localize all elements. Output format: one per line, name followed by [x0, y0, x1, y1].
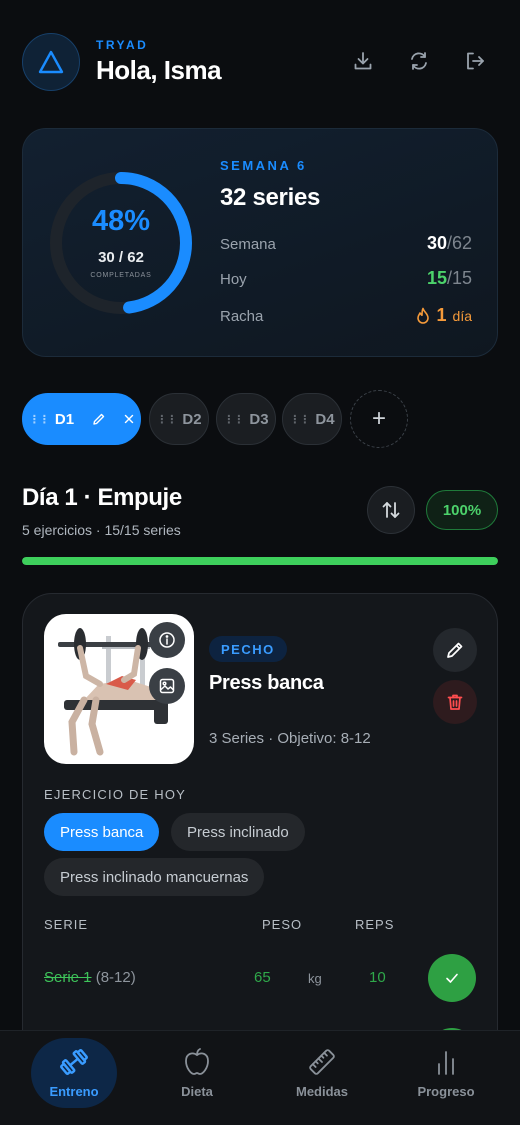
nav-item-progreso[interactable]: Progreso: [396, 1030, 496, 1125]
nav-item-dieta[interactable]: Dieta: [147, 1030, 247, 1125]
nav-label: Entreno: [49, 1084, 99, 1099]
exercise-meta: 3 Series · Objetivo: 8-12: [209, 730, 371, 747]
completion-percent: 48%: [91, 205, 151, 237]
variant-chip-press-inclinado[interactable]: Press inclinado: [171, 813, 305, 851]
nav-label: Dieta: [181, 1084, 213, 1099]
stat-label-today: Hoy: [220, 271, 247, 288]
add-day-button[interactable]: +: [350, 390, 408, 448]
today-exercise-label: EJERCICIO DE HOY: [44, 787, 186, 802]
day-tab-label: D3: [249, 410, 269, 428]
day-title: Día 1 · Empuje: [22, 484, 182, 511]
stat-value-week: 30/62: [426, 233, 472, 253]
stat-value-streak: 1 día: [415, 305, 472, 326]
dumbbell-icon: [60, 1049, 88, 1075]
ruler-icon: [309, 1049, 335, 1075]
day-tab-label: D2: [182, 410, 202, 428]
set-weight-input[interactable]: 65: [254, 969, 271, 986]
check-icon: [446, 973, 458, 983]
variant-chip-press-inclinado-mancuernas[interactable]: Press inclinado mancuernas: [44, 858, 265, 896]
column-header-peso: PESO: [262, 917, 303, 932]
nav-item-medidas[interactable]: Medidas: [272, 1030, 372, 1125]
info-icon: [159, 632, 175, 648]
pencil-icon: [447, 642, 463, 658]
close-icon[interactable]: [124, 414, 134, 424]
set-weight-unit: kg: [308, 971, 322, 986]
progress-ring: [50, 172, 192, 314]
week-label: SEMANA 6: [220, 158, 307, 173]
nav-label: Progreso: [417, 1084, 475, 1099]
bar-chart-icon: [438, 1051, 454, 1075]
triangle-logo-icon: [38, 50, 64, 74]
set-range: (8-12): [95, 969, 136, 986]
logout-icon[interactable]: [462, 48, 488, 74]
drag-handle-icon[interactable]: ⋮⋮: [156, 413, 177, 426]
download-icon[interactable]: [350, 48, 376, 74]
nav-item-entreno[interactable]: Entreno: [24, 1030, 124, 1125]
brand-name: TRYAD: [96, 38, 149, 52]
plus-icon: +: [371, 405, 386, 432]
drag-handle-icon[interactable]: ⋮⋮: [29, 413, 50, 426]
day-tab-d1[interactable]: ⋮⋮ D1: [22, 393, 141, 445]
muscle-group-badge: PECHO: [209, 636, 287, 662]
edit-exercise-button[interactable]: [433, 628, 477, 672]
stat-value-today: 15/15: [426, 268, 472, 288]
image-icon: [159, 678, 175, 694]
exercise-name: Press banca: [209, 672, 324, 694]
nav-label: Medidas: [295, 1084, 348, 1099]
column-header-serie: SERIE: [44, 917, 89, 932]
set-complete-button[interactable]: [428, 954, 476, 1002]
day-tab-d4[interactable]: ⋮⋮ D4: [282, 393, 342, 445]
sort-arrows-icon: [382, 502, 400, 518]
day-progress-bar: [22, 557, 498, 565]
delete-exercise-button[interactable]: [433, 680, 477, 724]
day-subtitle: 5 ejercicios · 15/15 series: [22, 522, 181, 538]
drag-handle-icon[interactable]: ⋮⋮: [223, 413, 244, 426]
completion-count: 30 / 62: [98, 249, 144, 266]
day-tab-d3[interactable]: ⋮⋮ D3: [216, 393, 276, 445]
column-header-reps: REPS: [355, 917, 395, 932]
exercise-info-button[interactable]: [149, 622, 185, 658]
series-title: 32 series: [220, 184, 321, 211]
apple-icon: [185, 1048, 209, 1075]
set-name: Serie 1: [44, 969, 92, 986]
day-tab-label: D4: [315, 410, 335, 428]
greeting: Hola, Isma: [96, 55, 222, 85]
edit-icon[interactable]: [92, 412, 106, 426]
day-tab-d2[interactable]: ⋮⋮ D2: [149, 393, 209, 445]
trash-icon: [447, 694, 463, 710]
day-tab-label: D1: [54, 410, 75, 428]
change-image-button[interactable]: [149, 668, 185, 704]
refresh-icon[interactable]: [406, 48, 432, 74]
flame-icon: [416, 307, 429, 324]
set-reps-input[interactable]: 10: [369, 969, 386, 986]
reorder-button[interactable]: [367, 486, 415, 534]
stat-label-week: Semana: [220, 236, 276, 253]
set-row-label: Serie 1 (8-12): [44, 969, 136, 986]
app-logo: [22, 33, 80, 91]
stat-label-streak: Racha: [220, 308, 264, 325]
drag-handle-icon[interactable]: ⋮⋮: [289, 413, 310, 426]
completion-caption: COMPLETADAS: [90, 272, 152, 279]
day-progress-fill: [22, 557, 498, 565]
variant-chip-press-banca[interactable]: Press banca: [44, 813, 160, 851]
day-percent-badge: 100%: [426, 490, 498, 530]
